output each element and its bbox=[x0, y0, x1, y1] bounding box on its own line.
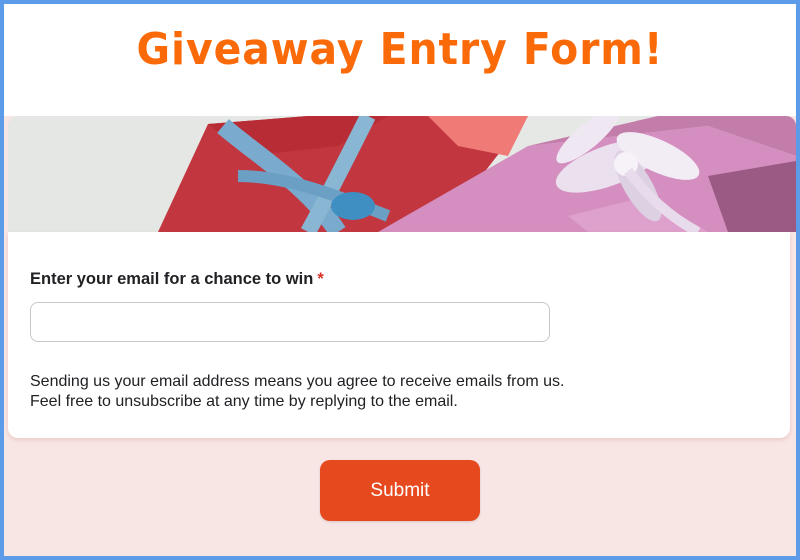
submit-button[interactable]: Submit bbox=[320, 460, 480, 521]
form-page: Giveaway Entry Form! Enter your email fo… bbox=[0, 0, 800, 560]
consent-line-1: Sending us your email address means you … bbox=[30, 373, 565, 390]
header: Giveaway Entry Form! bbox=[4, 4, 796, 116]
page-title: Giveaway Entry Form! bbox=[136, 24, 664, 75]
required-asterisk: * bbox=[317, 270, 324, 288]
email-label-text: Enter your email for a chance to win bbox=[30, 270, 314, 288]
email-question-label: Enter your email for a chance to win * bbox=[30, 270, 324, 289]
question-card: Enter your email for a chance to win * Se… bbox=[8, 232, 790, 438]
consent-line-2: Feel free to unsubscribe at any time by … bbox=[30, 393, 458, 410]
consent-text: Sending us your email address means you … bbox=[30, 372, 770, 412]
banner-image bbox=[8, 116, 796, 232]
gift-boxes-illustration bbox=[8, 116, 796, 232]
email-input[interactable] bbox=[30, 302, 550, 342]
